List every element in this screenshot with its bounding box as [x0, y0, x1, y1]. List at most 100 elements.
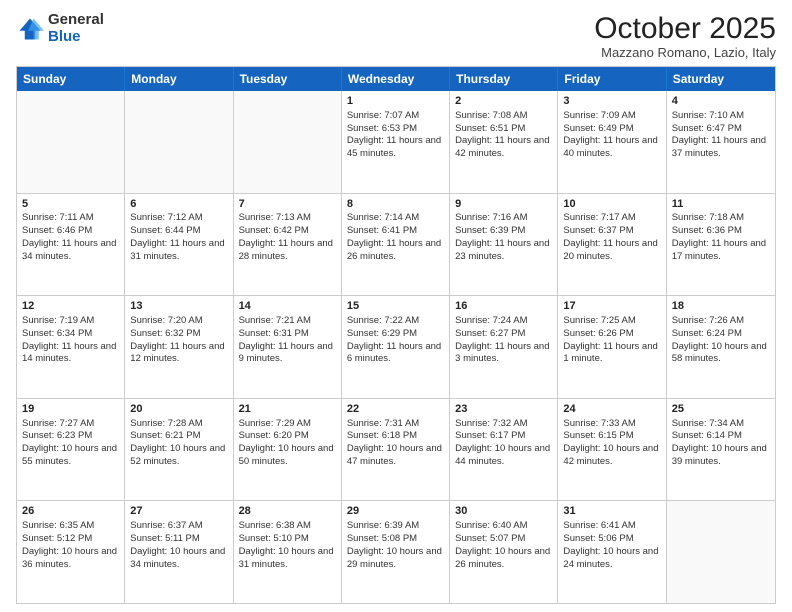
day-info-line: Daylight: 11 hours and 37 minutes. — [672, 135, 770, 161]
calendar-row-0: 1Sunrise: 7:07 AMSunset: 6:53 PM Daylight… — [17, 91, 775, 193]
day-info-line: Sunset: 6:32 PM — [130, 328, 227, 341]
day-cell-18: 18Sunrise: 7:26 AMSunset: 6:24 PMDayligh… — [667, 296, 775, 398]
day-cell-24: 24Sunrise: 7:33 AMSunset: 6:15 PMDayligh… — [558, 399, 666, 501]
page: General Blue October 2025 Mazzano Romano… — [0, 0, 792, 612]
calendar-row-4: 26Sunrise: 6:35 AMSunset: 5:12 PMDayligh… — [17, 500, 775, 603]
day-info-line: Sunrise: 7:18 AM — [672, 212, 770, 225]
day-info-line: Sunrise: 7:09 AM — [563, 110, 660, 123]
logo-blue-text: Blue — [48, 29, 104, 46]
logo: General Blue — [16, 12, 104, 45]
day-cell-10: 10Sunrise: 7:17 AMSunset: 6:37 PMDayligh… — [558, 194, 666, 296]
day-info-line: Daylight: 11 hours and 6 minutes. — [347, 341, 444, 367]
day-info-line: Sunset: 5:10 PM — [239, 533, 336, 546]
day-cell-31: 31Sunrise: 6:41 AMSunset: 5:06 PMDayligh… — [558, 501, 666, 603]
day-cell-20: 20Sunrise: 7:28 AMSunset: 6:21 PMDayligh… — [125, 399, 233, 501]
month-title: October 2025 — [594, 12, 776, 45]
calendar: SundayMondayTuesdayWednesdayThursdayFrid… — [16, 66, 776, 604]
day-cell-14: 14Sunrise: 7:21 AMSunset: 6:31 PMDayligh… — [234, 296, 342, 398]
day-cell-empty — [125, 91, 233, 193]
day-info-line: Sunrise: 7:10 AM — [672, 110, 770, 123]
calendar-header: SundayMondayTuesdayWednesdayThursdayFrid… — [17, 67, 775, 91]
day-info-line: Sunrise: 7:17 AM — [563, 212, 660, 225]
day-number: 11 — [672, 197, 770, 212]
day-number: 25 — [672, 402, 770, 417]
day-info-line: Daylight: 10 hours and 42 minutes. — [563, 443, 660, 469]
day-info-line: Sunset: 6:39 PM — [455, 225, 552, 238]
day-info-line: Sunset: 6:51 PM — [455, 123, 552, 136]
calendar-row-1: 5Sunrise: 7:11 AMSunset: 6:46 PMDaylight… — [17, 193, 775, 296]
location: Mazzano Romano, Lazio, Italy — [594, 45, 776, 60]
day-number: 14 — [239, 299, 336, 314]
day-cell-26: 26Sunrise: 6:35 AMSunset: 5:12 PMDayligh… — [17, 501, 125, 603]
day-info-line: Daylight: 10 hours and 26 minutes. — [455, 546, 552, 572]
day-info-line: Sunset: 6:49 PM — [563, 123, 660, 136]
day-info-line: Sunset: 5:11 PM — [130, 533, 227, 546]
day-cell-empty — [234, 91, 342, 193]
day-info-line: Daylight: 11 hours and 42 minutes. — [455, 135, 552, 161]
day-cell-5: 5Sunrise: 7:11 AMSunset: 6:46 PMDaylight… — [17, 194, 125, 296]
day-info-line: Daylight: 10 hours and 47 minutes. — [347, 443, 444, 469]
day-number: 7 — [239, 197, 336, 212]
day-info-line: Sunrise: 7:07 AM — [347, 110, 444, 123]
day-cell-4: 4Sunrise: 7:10 AMSunset: 6:47 PMDaylight… — [667, 91, 775, 193]
day-info-line: Daylight: 11 hours and 34 minutes. — [22, 238, 119, 264]
day-info-line: Sunrise: 6:40 AM — [455, 520, 552, 533]
day-cell-19: 19Sunrise: 7:27 AMSunset: 6:23 PMDayligh… — [17, 399, 125, 501]
day-info-line: Sunset: 6:26 PM — [563, 328, 660, 341]
day-cell-7: 7Sunrise: 7:13 AMSunset: 6:42 PMDaylight… — [234, 194, 342, 296]
day-number: 28 — [239, 504, 336, 519]
day-cell-empty — [17, 91, 125, 193]
day-cell-1: 1Sunrise: 7:07 AMSunset: 6:53 PMDaylight… — [342, 91, 450, 193]
day-number: 12 — [22, 299, 119, 314]
day-info-line: Sunrise: 7:33 AM — [563, 418, 660, 431]
day-info-line: Sunrise: 7:29 AM — [239, 418, 336, 431]
day-info-line: Sunrise: 7:11 AM — [22, 212, 119, 225]
day-number: 24 — [563, 402, 660, 417]
day-cell-22: 22Sunrise: 7:31 AMSunset: 6:18 PMDayligh… — [342, 399, 450, 501]
day-info-line: Sunset: 6:20 PM — [239, 430, 336, 443]
day-info-line: Daylight: 10 hours and 50 minutes. — [239, 443, 336, 469]
day-info-line: Sunset: 6:41 PM — [347, 225, 444, 238]
day-info-line: Sunrise: 7:19 AM — [22, 315, 119, 328]
day-cell-6: 6Sunrise: 7:12 AMSunset: 6:44 PMDaylight… — [125, 194, 233, 296]
day-number: 1 — [347, 94, 444, 109]
day-info-line: Daylight: 10 hours and 52 minutes. — [130, 443, 227, 469]
header-day-saturday: Saturday — [667, 67, 775, 91]
day-info-line: Sunrise: 7:31 AM — [347, 418, 444, 431]
calendar-body: 1Sunrise: 7:07 AMSunset: 6:53 PM Daylight… — [17, 91, 775, 603]
day-cell-empty — [667, 501, 775, 603]
day-info-line: Sunrise: 7:26 AM — [672, 315, 770, 328]
day-info-line: Daylight: 11 hours and 1 minute. — [563, 341, 660, 367]
day-info-line: Sunrise: 7:32 AM — [455, 418, 552, 431]
logo-text: General Blue — [48, 12, 104, 45]
day-info-line: Sunset: 6:53 PM — [347, 123, 444, 136]
day-cell-29: 29Sunrise: 6:39 AMSunset: 5:08 PMDayligh… — [342, 501, 450, 603]
day-info-line: Sunrise: 7:24 AM — [455, 315, 552, 328]
day-cell-11: 11Sunrise: 7:18 AMSunset: 6:36 PMDayligh… — [667, 194, 775, 296]
day-cell-23: 23Sunrise: 7:32 AMSunset: 6:17 PMDayligh… — [450, 399, 558, 501]
day-info-line: Sunrise: 7:12 AM — [130, 212, 227, 225]
day-info-line: Sunset: 6:34 PM — [22, 328, 119, 341]
day-info-line: Daylight: 11 hours and 17 minutes. — [672, 238, 770, 264]
day-info-line: Sunset: 6:21 PM — [130, 430, 227, 443]
day-info-line: Sunset: 5:07 PM — [455, 533, 552, 546]
day-info-line: Sunset: 5:12 PM — [22, 533, 119, 546]
day-cell-15: 15Sunrise: 7:22 AMSunset: 6:29 PMDayligh… — [342, 296, 450, 398]
day-info-line: Daylight: 10 hours and 34 minutes. — [130, 546, 227, 572]
day-info-line: Daylight: 11 hours and 40 minutes. — [563, 135, 660, 161]
title-block: October 2025 Mazzano Romano, Lazio, Ital… — [594, 12, 776, 60]
day-info-line: Daylight: 10 hours and 36 minutes. — [22, 546, 119, 572]
day-info-line: Daylight: 10 hours and 39 minutes. — [672, 443, 770, 469]
day-cell-28: 28Sunrise: 6:38 AMSunset: 5:10 PMDayligh… — [234, 501, 342, 603]
day-info-line: Daylight: 11 hours and 28 minutes. — [239, 238, 336, 264]
day-cell-30: 30Sunrise: 6:40 AMSunset: 5:07 PMDayligh… — [450, 501, 558, 603]
day-info-line: Daylight: 11 hours and 9 minutes. — [239, 341, 336, 367]
day-cell-21: 21Sunrise: 7:29 AMSunset: 6:20 PMDayligh… — [234, 399, 342, 501]
day-info-line: Daylight: 10 hours and 44 minutes. — [455, 443, 552, 469]
day-number: 19 — [22, 402, 119, 417]
day-info-line: Daylight: 11 hours and 20 minutes. — [563, 238, 660, 264]
calendar-row-3: 19Sunrise: 7:27 AMSunset: 6:23 PMDayligh… — [17, 398, 775, 501]
day-number: 30 — [455, 504, 552, 519]
day-info-line: Sunrise: 6:39 AM — [347, 520, 444, 533]
day-number: 18 — [672, 299, 770, 314]
